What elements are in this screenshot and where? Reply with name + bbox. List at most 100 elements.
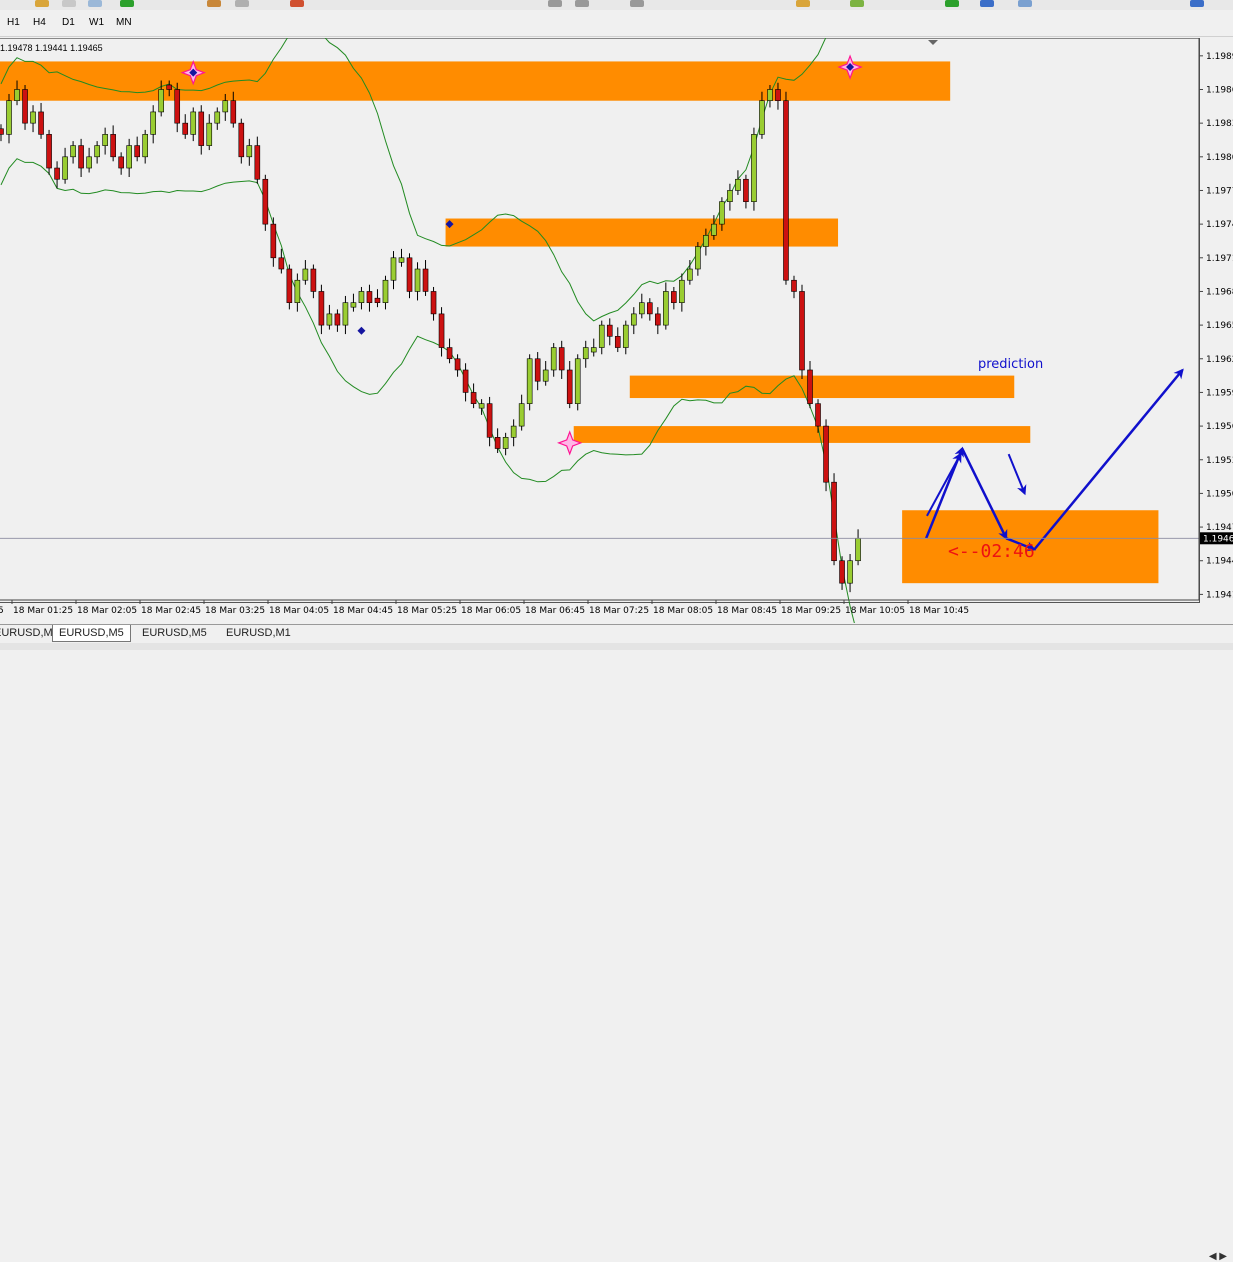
toolbar-icon[interactable] [850,0,864,7]
timeframe-d1[interactable]: D1 [59,16,78,29]
bear-candle[interactable] [174,89,181,124]
bear-candle[interactable] [262,178,269,225]
bull-candle[interactable] [390,257,397,281]
timeframe-h4[interactable]: H4 [30,16,49,29]
bear-candle[interactable] [606,324,613,337]
bear-candle[interactable] [430,291,437,315]
bear-candle[interactable] [815,403,821,427]
toolbar-icon[interactable] [290,0,304,7]
bear-candle[interactable] [286,268,293,303]
bear-candle[interactable] [799,291,805,371]
chart-tab[interactable]: EURUSD,M1 [220,625,297,641]
bear-candle[interactable] [558,347,565,371]
toolbar-icon[interactable] [35,0,49,7]
bull-candle[interactable] [526,358,533,404]
bull-candle[interactable] [719,201,725,225]
chart-tab[interactable]: EURUSD,M5 [136,625,213,641]
bull-candle[interactable] [246,145,253,158]
bear-candle[interactable] [270,223,277,259]
bear-candle[interactable] [807,369,813,404]
bull-candle[interactable] [6,100,12,135]
new-order-icon[interactable] [945,0,959,7]
bear-candle[interactable] [454,358,461,371]
bull-candle[interactable] [695,246,701,270]
bull-candle[interactable] [30,111,36,124]
tab-scroll-arrows[interactable]: ◀ ▶ [1209,1251,1227,1262]
bear-candle[interactable] [110,134,116,158]
bull-candle[interactable] [574,358,581,404]
bear-candle[interactable] [374,297,381,303]
bull-candle[interactable] [302,268,309,281]
bear-candle[interactable] [238,122,245,158]
bear-candle[interactable] [671,291,677,303]
bull-candle[interactable] [542,369,549,382]
zone-rect[interactable] [445,218,839,247]
bull-candle[interactable] [414,268,421,292]
bear-candle[interactable] [230,100,237,124]
bear-candle[interactable] [486,403,493,438]
bull-candle[interactable] [582,347,589,360]
bull-candle[interactable] [86,156,92,169]
chart-shift-marker[interactable] [928,40,938,45]
bull-candle[interactable] [342,302,349,326]
bull-candle[interactable] [510,425,517,438]
bull-candle[interactable] [190,111,197,135]
bull-candle[interactable] [70,145,76,158]
bull-candle[interactable] [711,223,717,236]
bull-candle[interactable] [630,313,637,326]
new-chart-icon[interactable] [120,0,134,7]
toolbar-icon[interactable] [630,0,644,7]
bear-candle[interactable] [182,122,189,135]
toolbar-icon[interactable] [88,0,102,7]
bull-candle[interactable] [358,291,365,303]
bull-candle[interactable] [638,302,645,315]
bear-candle[interactable] [0,128,4,135]
bear-candle[interactable] [647,302,653,315]
bull-candle[interactable] [735,178,741,191]
bull-candle[interactable] [751,134,757,202]
bull-candle[interactable] [126,145,132,169]
bull-candle[interactable] [102,134,108,146]
bull-candle[interactable] [206,122,213,146]
toolbar-icon[interactable] [548,0,562,7]
bull-candle[interactable] [703,235,709,247]
bull-candle[interactable] [590,347,597,353]
bear-candle[interactable] [839,560,845,584]
bear-candle[interactable] [254,145,261,180]
bull-candle[interactable] [222,100,229,113]
bull-candle[interactable] [727,190,733,202]
bull-candle[interactable] [62,156,68,180]
bull-candle[interactable] [518,403,525,427]
toolbar-icon[interactable] [575,0,589,7]
toolbar-icon[interactable] [207,0,221,7]
bear-candle[interactable] [470,392,477,404]
bull-candle[interactable] [663,291,669,326]
bear-candle[interactable] [310,268,317,292]
bear-candle[interactable] [494,437,501,449]
toolbar-icon[interactable] [980,0,994,7]
bull-candle[interactable] [502,437,509,449]
toolbar-icon[interactable] [235,0,249,7]
bear-candle[interactable] [334,313,341,326]
bull-candle[interactable] [350,302,357,308]
bull-candle[interactable] [326,313,333,326]
bear-candle[interactable] [134,145,140,158]
timeframe-h1[interactable]: H1 [4,16,23,29]
bear-candle[interactable] [118,156,124,169]
bull-candle[interactable] [687,268,693,281]
bear-candle[interactable] [462,369,469,393]
bull-candle[interactable] [142,134,148,158]
toolbar-icon[interactable] [1018,0,1032,7]
bull-candle[interactable] [679,279,685,303]
bear-candle[interactable] [655,313,661,326]
bull-candle[interactable] [478,403,485,409]
bear-candle[interactable] [438,313,445,348]
price-chart[interactable]: 1.1989 1.1986 1.1983 1.1980 1.1977 1.1974 1.19… [0,38,1233,623]
bear-candle[interactable] [278,257,285,270]
bear-candle[interactable] [46,134,52,169]
bull-candle[interactable] [14,89,20,102]
bull-candle[interactable] [759,100,765,135]
zone-rect[interactable] [629,375,1015,399]
bear-candle[interactable] [534,358,541,382]
bear-candle[interactable] [831,481,837,562]
